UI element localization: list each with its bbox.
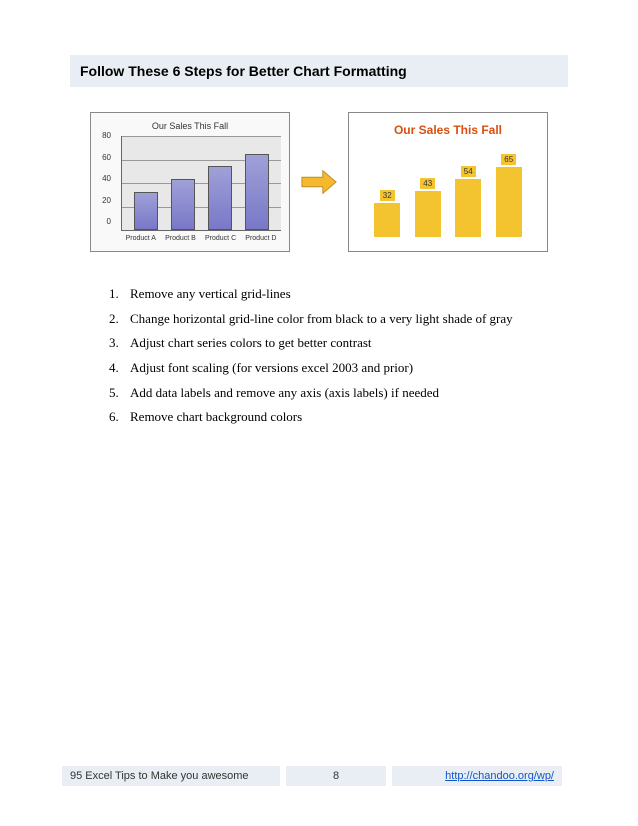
list-item: Add data labels and remove any axis (axi…: [122, 381, 568, 406]
footer-title: 95 Excel Tips to Make you awesome: [62, 766, 280, 786]
list-item: Remove chart background colors: [122, 405, 568, 430]
chart-after-title: Our Sales This Fall: [359, 123, 537, 137]
list-item: Remove any vertical grid-lines: [122, 282, 568, 307]
xlabel: Product A: [126, 235, 156, 242]
footer-link[interactable]: http://chandoo.org/wp/: [445, 770, 554, 782]
chart-before-yaxis: 80 60 40 20 0: [93, 131, 111, 226]
section-header: Follow These 6 Steps for Better Chart Fo…: [70, 55, 568, 87]
chart-after-bars: 32 43 54 65: [359, 149, 537, 237]
bar: [134, 192, 158, 230]
bar: [208, 166, 232, 230]
chart-before: Our Sales This Fall 80 60 40 20 0: [90, 112, 290, 252]
bar-wrap: 43: [415, 178, 441, 237]
steps-list: Remove any vertical grid-lines Change ho…: [70, 282, 568, 430]
list-item: Adjust chart series colors to get better…: [122, 331, 568, 356]
ytick: 60: [93, 153, 111, 162]
bar: [171, 179, 195, 230]
data-label: 32: [380, 190, 395, 201]
chart-before-plot: [121, 136, 281, 231]
arrow-right-icon: [300, 168, 338, 196]
page-footer: 95 Excel Tips to Make you awesome 8 http…: [62, 766, 576, 786]
list-item: Change horizontal grid-line color from b…: [122, 307, 568, 332]
chart-before-title: Our Sales This Fall: [99, 121, 281, 131]
bar-wrap: 32: [374, 190, 400, 237]
data-label: 54: [461, 166, 476, 177]
bar: [415, 191, 441, 237]
ytick: 0: [93, 217, 111, 226]
footer-link-cell: http://chandoo.org/wp/: [392, 766, 562, 786]
chart-before-xlabels: Product A Product B Product C Product D: [121, 235, 281, 242]
bar: [245, 154, 269, 230]
xlabel: Product B: [165, 235, 196, 242]
footer-page-number: 8: [286, 766, 386, 786]
xlabel: Product D: [245, 235, 276, 242]
charts-comparison-row: Our Sales This Fall 80 60 40 20 0: [70, 112, 568, 252]
bar: [374, 203, 400, 237]
ytick: 20: [93, 196, 111, 205]
data-label: 65: [501, 154, 516, 165]
xlabel: Product C: [205, 235, 236, 242]
bar: [496, 167, 522, 237]
ytick: 40: [93, 174, 111, 183]
ytick: 80: [93, 131, 111, 140]
bar: [455, 179, 481, 237]
chart-after: Our Sales This Fall 32 43 54 65: [348, 112, 548, 252]
data-label: 43: [420, 178, 435, 189]
chart-before-bars: [122, 136, 281, 230]
bar-wrap: 65: [496, 154, 522, 237]
list-item: Adjust font scaling (for versions excel …: [122, 356, 568, 381]
bar-wrap: 54: [455, 166, 481, 237]
